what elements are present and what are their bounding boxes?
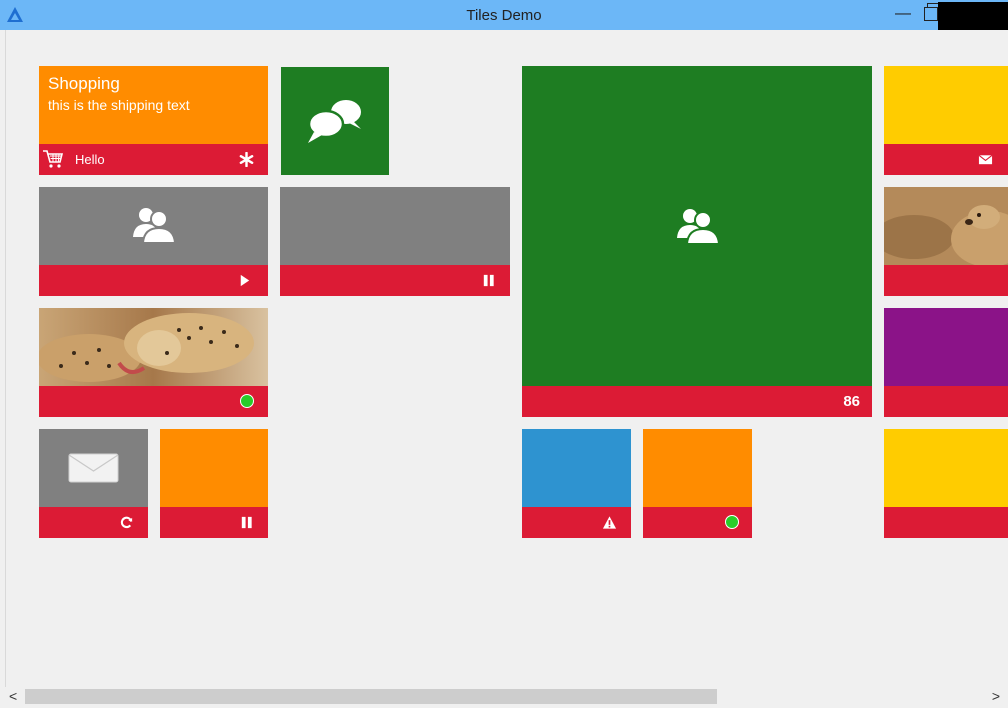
- tile-title: Shopping: [48, 74, 120, 93]
- window-title: Tiles Demo: [466, 7, 542, 24]
- tile-bar: [884, 386, 1008, 417]
- scroll-thumb[interactable]: [25, 689, 717, 704]
- restore-button[interactable]: [924, 3, 939, 21]
- cheetah-photo: [39, 308, 268, 386]
- tile-subtitle: this is the shipping text: [48, 97, 190, 113]
- horizontal-scrollbar[interactable]: < >: [5, 687, 1008, 708]
- tile-yellow-mail[interactable]: [884, 66, 1008, 175]
- refresh-icon: [120, 516, 133, 529]
- people-icon: [677, 209, 721, 245]
- tile-purple[interactable]: [884, 308, 1008, 417]
- asterisk-icon: [239, 152, 254, 167]
- tiles-canvas: Shopping this is the shipping text Hello: [5, 30, 1008, 687]
- tile-people[interactable]: [39, 187, 268, 296]
- tile-orange-dot[interactable]: [643, 429, 752, 538]
- tile-chat[interactable]: [281, 67, 389, 175]
- tile-bar: [39, 265, 268, 296]
- mail-icon: [68, 453, 119, 483]
- status-dot-icon: [725, 515, 739, 529]
- tile-bar: Hello: [39, 144, 268, 175]
- tile-bar-text: Hello: [75, 152, 105, 167]
- envelope-icon: [978, 154, 993, 165]
- tile-yellow-2[interactable]: [884, 429, 1008, 538]
- tile-bar: 86: [522, 386, 872, 417]
- tile-bar: [160, 507, 268, 538]
- tile-bar: [280, 265, 510, 296]
- tile-bar: [522, 507, 631, 538]
- warning-icon: [602, 516, 617, 529]
- pause-icon: [483, 274, 494, 287]
- play-icon: [240, 274, 250, 287]
- people-icon: [133, 208, 177, 244]
- tile-bar: [643, 507, 752, 538]
- title-bar[interactable]: Tiles Demo —: [0, 0, 1008, 30]
- pause-icon: [241, 516, 252, 529]
- cart-icon: [43, 150, 64, 168]
- tile-prairie-dog[interactable]: [884, 187, 1008, 296]
- tile-blue[interactable]: [522, 429, 631, 538]
- tile-count: 86: [843, 393, 860, 410]
- status-dot-icon: [240, 394, 254, 408]
- prairie-dog-photo: [884, 187, 1008, 265]
- tile-cheetah[interactable]: [39, 308, 268, 417]
- tile-bar: [884, 144, 1008, 175]
- scroll-right-button[interactable]: >: [992, 688, 1000, 704]
- tile-mail[interactable]: [39, 429, 148, 538]
- app-window: Tiles Demo — Shopping this is the shippi…: [0, 0, 1008, 708]
- tile-shopping[interactable]: Shopping this is the shipping text Hello: [39, 66, 268, 175]
- redacted-region: [938, 2, 1008, 30]
- tile-big-green[interactable]: 86: [522, 66, 872, 417]
- tile-bar: [39, 507, 148, 538]
- tile-bar: [884, 507, 1008, 538]
- tile-orange-pause[interactable]: [160, 429, 268, 538]
- speech-bubbles-icon: [307, 100, 361, 143]
- scroll-left-button[interactable]: <: [9, 688, 17, 704]
- tile-bar: [884, 265, 1008, 296]
- tile-gray-pause[interactable]: [280, 187, 510, 296]
- tile-bar: [39, 386, 268, 417]
- minimize-button[interactable]: —: [893, 6, 913, 23]
